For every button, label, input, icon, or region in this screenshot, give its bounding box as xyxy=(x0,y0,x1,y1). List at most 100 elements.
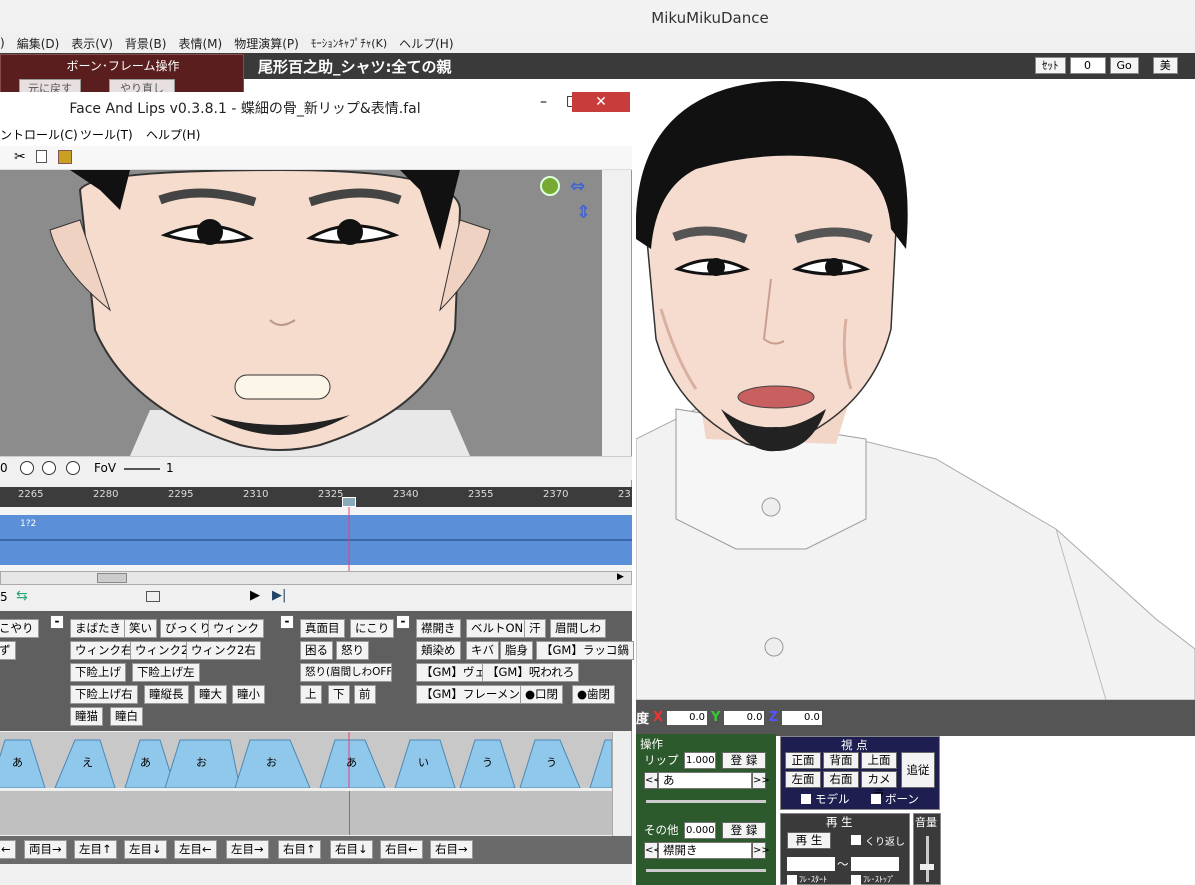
face-icon-2[interactable] xyxy=(42,461,56,475)
morph-pupil-tall[interactable]: 瞳縦長 xyxy=(144,685,189,704)
menu-help[interactable]: ヘルプ(H) xyxy=(146,126,200,143)
top-view-button[interactable]: 上面 xyxy=(861,752,897,769)
morph-wink2[interactable]: ウィンク2 xyxy=(130,641,194,660)
lip-track[interactable]: あ え あ お お あ い う う xyxy=(0,732,613,789)
preview-scrollbar[interactable] xyxy=(602,172,628,482)
frame-input[interactable]: 0 xyxy=(1069,57,1106,74)
morph-fangs[interactable]: キバ xyxy=(466,641,499,660)
both-eyes-right-button[interactable]: 両目→ xyxy=(24,840,67,859)
menu-item[interactable]: ) xyxy=(0,36,5,50)
end-frame-input[interactable] xyxy=(851,857,899,871)
timeline-ruler[interactable]: 2265 2280 2295 2310 2325 2340 2355 2370 … xyxy=(0,487,632,507)
left-eye-right-button[interactable]: 左目→ xyxy=(226,840,269,859)
close-button[interactable]: ✕ xyxy=(572,92,630,112)
morph-teeth-closed[interactable]: ●歯閉 xyxy=(572,685,616,704)
morph-lower-lid-up[interactable]: 下睑上げ xyxy=(70,663,126,682)
morph-serious[interactable]: 真面目 xyxy=(300,619,345,638)
menu-view[interactable]: 表示(V) xyxy=(71,35,113,52)
eye-button[interactable]: ← xyxy=(0,840,16,859)
step-icon[interactable]: ▶| xyxy=(272,588,286,603)
frame-stop-checkbox[interactable] xyxy=(851,875,861,885)
face-icon-1[interactable] xyxy=(20,461,34,475)
loop-checkbox[interactable] xyxy=(851,835,861,845)
horizontal-resize-icon[interactable]: ⇔ xyxy=(570,176,585,197)
playhead-marker[interactable] xyxy=(342,497,356,507)
vertical-resize-icon[interactable]: ⇕ xyxy=(576,202,591,223)
right-eye-right-button[interactable]: 右目→ xyxy=(430,840,473,859)
model-checkbox[interactable] xyxy=(801,794,811,804)
left-view-button[interactable]: 左面 xyxy=(785,771,821,788)
track-vscrollbar[interactable] xyxy=(612,732,630,837)
face-icon-3[interactable] xyxy=(66,461,80,475)
morph-angry-no-wrinkle[interactable]: 怒り(眉間しわOFF xyxy=(300,663,392,682)
lip-select[interactable]: あ xyxy=(658,772,752,789)
fov-slider[interactable] xyxy=(124,468,160,470)
collapse-brow-button[interactable]: - xyxy=(280,615,294,629)
morph-button[interactable]: ず xyxy=(0,641,16,660)
right-eye-left-button[interactable]: 右目← xyxy=(380,840,423,859)
morph-gm-rakko[interactable]: 【GM】ラッコ鍋 xyxy=(536,641,634,660)
lip-next-button[interactable]: >> xyxy=(752,772,770,789)
other-select[interactable]: 襟開き xyxy=(658,842,752,859)
follow-button[interactable]: 追従 xyxy=(901,752,935,788)
z-input[interactable]: 0.0 xyxy=(781,710,822,725)
set-button[interactable]: ｾｯﾄ xyxy=(1035,57,1066,74)
left-eye-up-button[interactable]: 左目↑ xyxy=(74,840,117,859)
copy-icon[interactable] xyxy=(36,150,47,163)
morph-mouth-closed[interactable]: ●口閉 xyxy=(520,685,564,704)
collapse-eyes-button[interactable]: - xyxy=(50,615,64,629)
x-input[interactable]: 0.0 xyxy=(667,710,708,725)
menu-help[interactable]: ヘルプ(H) xyxy=(399,35,453,52)
morph-pupil-big[interactable]: 瞳大 xyxy=(194,685,227,704)
morph-collar-open[interactable]: 襟開き xyxy=(416,619,461,638)
menu-tools[interactable]: ツール(T) xyxy=(80,126,133,143)
frame-start-checkbox[interactable] xyxy=(787,875,797,885)
volume-slider[interactable] xyxy=(926,836,929,882)
play-button[interactable]: 再 生 xyxy=(787,832,831,849)
menu-edit[interactable]: 編集(D) xyxy=(17,35,60,52)
start-frame-input[interactable] xyxy=(787,857,835,871)
morph-troubled[interactable]: 困る xyxy=(300,641,333,660)
lip-value-input[interactable]: 1.000 xyxy=(684,752,716,769)
audio-waveform[interactable]: 1?2 xyxy=(0,507,632,571)
morph-blush[interactable]: 頬染め xyxy=(416,641,461,660)
play-icon[interactable]: ▶ xyxy=(250,588,260,603)
hscroll-right-arrow[interactable]: ▶ xyxy=(617,572,624,582)
morph-down[interactable]: 下 xyxy=(328,685,350,704)
volume-thumb[interactable] xyxy=(920,864,934,870)
right-eye-down-button[interactable]: 右目↓ xyxy=(330,840,373,859)
morph-fat[interactable]: 脂身 xyxy=(500,641,533,660)
timeline-hscrollbar[interactable]: ▶ xyxy=(0,571,632,585)
morph-button[interactable]: こやり xyxy=(0,619,39,638)
menu-motion-capture[interactable]: ﾓｰｼｮﾝｷｬﾌﾟﾁｬ(K) xyxy=(311,35,387,51)
morph-brow-wrinkle[interactable]: 眉間しわ xyxy=(550,619,606,638)
other-next-button[interactable]: >> xyxy=(752,842,770,859)
menu-expression[interactable]: 表情(M) xyxy=(178,35,222,52)
face-preview[interactable]: ⇔ ⇕ xyxy=(0,170,602,456)
morph-lower-lid-up-right[interactable]: 下睑上げ右 xyxy=(70,685,138,704)
other-value-input[interactable]: 0.000 xyxy=(684,822,716,839)
mmd-viewport[interactable] xyxy=(636,79,1195,700)
morph-belt-on[interactable]: ベルトON xyxy=(466,619,529,638)
back-view-button[interactable]: 背面 xyxy=(823,752,859,769)
morph-smile[interactable]: 笑い xyxy=(124,619,157,638)
swap-icon[interactable]: ⇆ xyxy=(16,588,28,604)
camera-view-button[interactable]: カメラ xyxy=(861,771,897,801)
morph-smirk[interactable]: にこり xyxy=(350,619,395,638)
other-prev-button[interactable]: << xyxy=(644,842,662,859)
bone-checkbox[interactable] xyxy=(871,794,881,804)
morph-wink2-right[interactable]: ウィンク2右 xyxy=(186,641,261,660)
morph-gm-curse[interactable]: 【GM】呪われろ xyxy=(482,663,580,682)
left-eye-down-button[interactable]: 左目↓ xyxy=(124,840,167,859)
lip-register-button[interactable]: 登 録 xyxy=(722,752,766,769)
menu-background[interactable]: 背景(B) xyxy=(125,35,167,52)
collapse-other-button[interactable]: - xyxy=(396,615,410,629)
morph-cat-pupil[interactable]: 瞳猫 xyxy=(70,707,103,726)
morph-forward[interactable]: 前 xyxy=(354,685,376,704)
paste-icon[interactable] xyxy=(58,150,72,164)
minimize-icon[interactable]: – xyxy=(540,94,547,110)
morph-up[interactable]: 上 xyxy=(300,685,322,704)
front-view-button[interactable]: 正面 xyxy=(785,752,821,769)
other-register-button[interactable]: 登 録 xyxy=(722,822,766,839)
go-button[interactable]: Go xyxy=(1109,57,1139,74)
